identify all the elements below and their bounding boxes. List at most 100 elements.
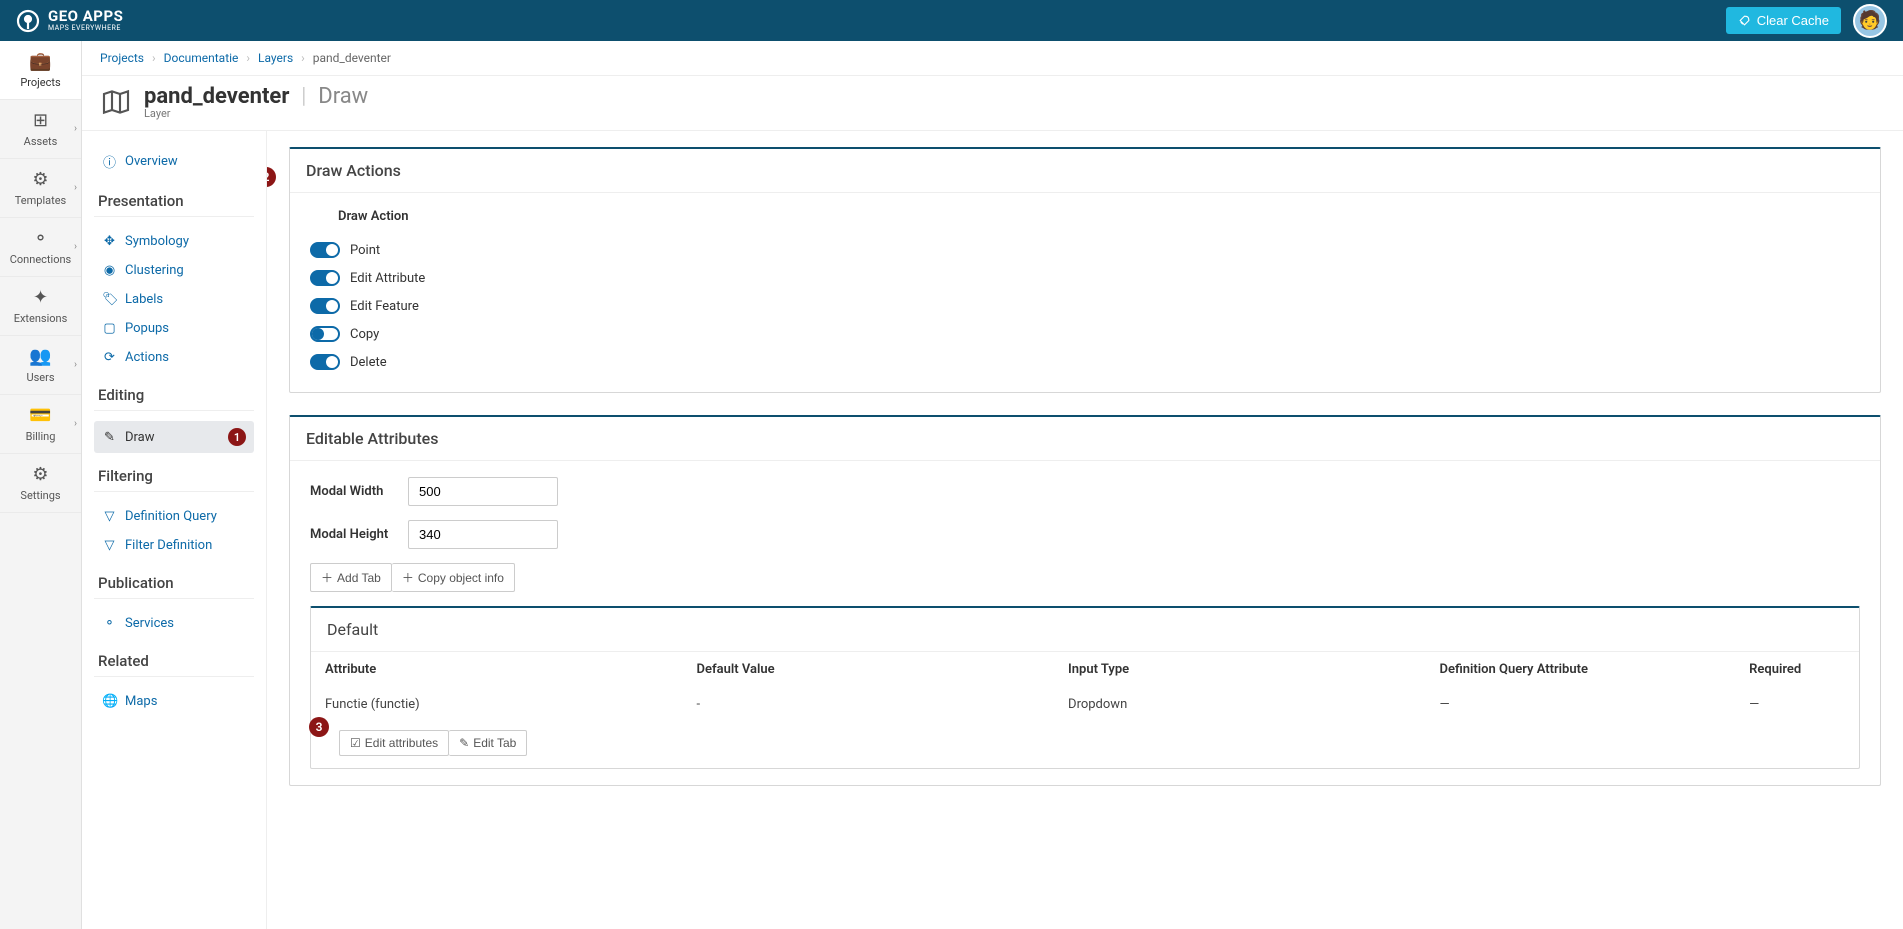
sidenav-group-filtering: Filtering	[98, 467, 254, 485]
toggle-copy[interactable]	[310, 326, 340, 342]
filter-icon: ▽	[102, 538, 117, 553]
sidenav-symbology[interactable]: ✥Symbology	[94, 227, 254, 256]
draw-action-row: Point	[310, 236, 1860, 264]
draw-action-row: Edit Attribute	[310, 264, 1860, 292]
draw-action-header: Draw Action	[338, 209, 1860, 224]
plus-icon: ＋	[321, 569, 333, 586]
brand-tagline: MAPS EVERYWHERE	[48, 25, 123, 32]
draw-action-label: Edit Attribute	[350, 271, 425, 286]
pin-icon	[16, 9, 40, 33]
rail-connections[interactable]: ⚬ Connections ›	[0, 218, 81, 277]
info-icon: ⓘ	[102, 152, 117, 171]
chevron-right-icon: ›	[74, 124, 77, 135]
rail-label: Extensions	[14, 312, 68, 325]
td-input-type: Dropdown	[1054, 687, 1426, 722]
td-required: —	[1735, 687, 1859, 722]
edit-attributes-button[interactable]: ☑Edit attributes	[339, 730, 449, 756]
briefcase-icon: 💼	[29, 51, 51, 72]
draw-action-label: Delete	[350, 355, 387, 370]
sidenav-popups[interactable]: ▢Popups	[94, 314, 254, 343]
rail-label: Users	[26, 371, 54, 384]
breadcrumb: Projects › Documentatie › Layers › pand_…	[82, 41, 1903, 76]
sidenav-label: Definition Query	[125, 509, 217, 524]
sidenav-label: Popups	[125, 321, 169, 336]
sidenav-label: Maps	[125, 694, 157, 709]
crumb-layers[interactable]: Layers	[258, 51, 293, 65]
modal-height-input[interactable]	[408, 520, 558, 549]
rocket-icon	[1738, 14, 1751, 27]
sidenav-actions[interactable]: ⟳Actions	[94, 343, 254, 372]
plus-icon: ＋	[402, 569, 414, 586]
sidenav-maps[interactable]: 🌐Maps	[94, 687, 254, 716]
avatar[interactable]: 🧑	[1853, 4, 1887, 38]
crumb-documentatie[interactable]: Documentatie	[164, 51, 239, 65]
clear-cache-button[interactable]: Clear Cache	[1726, 7, 1841, 34]
edit-tab-button[interactable]: ✎Edit Tab	[449, 730, 527, 756]
chevron-right-icon: ›	[301, 51, 305, 65]
toggle-edit-attribute[interactable]	[310, 270, 340, 286]
rail-settings[interactable]: ⚙ Settings	[0, 454, 81, 513]
chevron-right-icon: ›	[246, 51, 250, 65]
puzzle-icon: ⚙	[32, 169, 48, 190]
toggle-point[interactable]	[310, 242, 340, 258]
topbar: GEO APPS MAPS EVERYWHERE Clear Cache 🧑	[0, 0, 1903, 41]
callout-2: 2	[267, 167, 276, 187]
sidenav-group-presentation: Presentation	[98, 192, 254, 210]
sidenav-labels[interactable]: 🏷Labels	[94, 285, 254, 314]
th-input-type: Input Type	[1054, 652, 1426, 687]
draw-action-label: Edit Feature	[350, 299, 419, 314]
rail-label: Projects	[20, 76, 60, 89]
sidenav-group-editing: Editing	[98, 386, 254, 404]
toggle-edit-feature[interactable]	[310, 298, 340, 314]
panel-title: Draw Actions	[290, 149, 1880, 193]
sidenav-draw[interactable]: ✎Draw1	[94, 421, 254, 453]
sidenav-label: Labels	[125, 292, 163, 307]
sidenav-label: Overview	[125, 154, 178, 169]
side-nav: ⓘ Overview Presentation ✥Symbology ◉Clust…	[82, 131, 267, 929]
draw-action-row: Copy	[310, 320, 1860, 348]
sidenav-services[interactable]: ⚬Services	[94, 609, 254, 638]
sidenav-overview[interactable]: ⓘ Overview	[94, 145, 254, 178]
rail-assets[interactable]: ⊞ Assets ›	[0, 100, 81, 159]
crumb-current: pand_deventer	[313, 51, 391, 65]
sidenav-filter-definition[interactable]: ▽Filter Definition	[94, 531, 254, 560]
rail-templates[interactable]: ⚙ Templates ›	[0, 159, 81, 218]
callout-3: 3	[309, 717, 329, 737]
rail-users[interactable]: 👥 Users ›	[0, 336, 81, 395]
sidenav-definition-query[interactable]: ▽ Definition Query	[94, 502, 254, 531]
page-title: pand_deventer	[144, 84, 289, 109]
copy-object-info-button[interactable]: ＋ Copy object info	[392, 563, 515, 592]
toggle-delete[interactable]	[310, 354, 340, 370]
left-rail: 💼 Projects ⊞ Assets › ⚙ Templates › ⚬ Co…	[0, 41, 82, 929]
share-icon: ⚬	[33, 228, 48, 249]
rail-label: Connections	[10, 253, 71, 266]
btn-label: Edit attributes	[365, 736, 438, 750]
chevron-right-icon: ›	[152, 51, 156, 65]
rail-extensions[interactable]: ✦ Extensions	[0, 277, 81, 336]
gear-icon: ⚙	[32, 464, 48, 485]
sidenav-clustering[interactable]: ◉Clustering	[94, 256, 254, 285]
rail-projects[interactable]: 💼 Projects	[0, 41, 81, 100]
brand-logo[interactable]: GEO APPS MAPS EVERYWHERE	[16, 9, 123, 33]
card-icon: 💳	[29, 405, 51, 426]
modal-height-label: Modal Height	[310, 527, 390, 542]
sidenav-label: Draw	[125, 430, 155, 445]
btn-label: Copy object info	[418, 571, 504, 585]
rail-billing[interactable]: 💳 Billing ›	[0, 395, 81, 454]
chevron-right-icon: ›	[74, 360, 77, 371]
pencil-icon: ✎	[102, 430, 117, 445]
th-default-value: Default Value	[683, 652, 1055, 687]
page-header: pand_deventer | Draw Layer	[82, 76, 1903, 131]
modal-width-input[interactable]	[408, 477, 558, 506]
modal-width-label: Modal Width	[310, 484, 390, 499]
chevron-right-icon: ›	[74, 242, 77, 253]
draw-action-label: Point	[350, 243, 380, 258]
rail-label: Templates	[15, 194, 66, 207]
share-icon: ⚬	[102, 616, 117, 631]
add-tab-button[interactable]: ＋Add Tab	[310, 563, 392, 592]
edit-icon: ✎	[459, 736, 469, 750]
crumb-projects[interactable]: Projects	[100, 51, 144, 65]
title-separator: |	[301, 84, 306, 109]
filter-icon: ▽	[102, 509, 117, 524]
page-subtitle: Layer	[144, 107, 368, 120]
